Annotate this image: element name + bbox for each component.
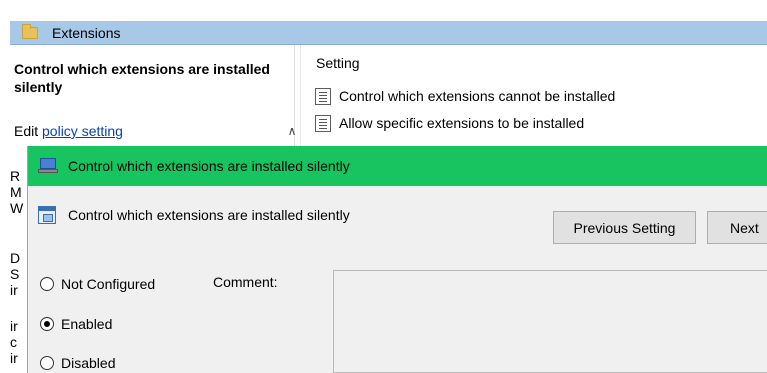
policy-setting-icon <box>315 87 331 105</box>
edit-policy-line: Edit policy setting <box>14 123 123 139</box>
policy-setting-icon <box>315 114 331 132</box>
previous-setting-button[interactable]: Previous Setting <box>553 211 696 244</box>
folder-icon <box>22 23 38 39</box>
radio-button[interactable] <box>40 356 54 370</box>
clipped-text: R <box>10 168 21 184</box>
radio-label: Enabled <box>61 316 113 332</box>
clipped-text: ir <box>10 318 18 334</box>
policy-dialog: Control which extensions are installed s… <box>27 146 767 373</box>
policy-editor-icon <box>38 158 58 174</box>
clipped-text: D <box>10 250 21 266</box>
radio-button[interactable] <box>40 277 54 291</box>
radio-not-configured[interactable]: Not Configured <box>40 276 155 292</box>
extensions-header: Extensions <box>10 21 767 45</box>
next-setting-button[interactable]: Next <box>707 211 767 244</box>
clipped-text: S <box>10 266 20 282</box>
radio-label: Not Configured <box>61 276 156 292</box>
clipped-text: c <box>10 334 17 350</box>
policy-setting-icon <box>38 206 56 224</box>
setting-label: Control which extensions cannot be insta… <box>339 88 616 104</box>
setting-row[interactable]: Allow specific extensions to be installe… <box>315 112 584 134</box>
setting-column-header[interactable]: Setting <box>316 55 360 71</box>
radio-button[interactable] <box>40 317 54 331</box>
dialog-subtitle: Control which extensions are installed s… <box>68 207 350 223</box>
setting-label: Allow specific extensions to be installe… <box>339 115 585 131</box>
comment-label: Comment: <box>213 274 278 290</box>
clipped-text: ir <box>10 350 18 366</box>
radio-label: Disabled <box>61 355 116 371</box>
settings-list: Setting Control which extensions cannot … <box>300 45 767 155</box>
policy-title: Control which extensions are installed s… <box>14 61 270 95</box>
scroll-up-arrow-icon[interactable]: ∧ <box>285 124 299 138</box>
radio-disabled[interactable]: Disabled <box>40 355 115 371</box>
clipped-text: ir <box>10 282 18 298</box>
clipped-text: M <box>10 184 22 200</box>
edit-prefix: Edit <box>14 123 43 139</box>
radio-enabled[interactable]: Enabled <box>40 316 112 332</box>
comment-textarea[interactable] <box>333 270 767 373</box>
dialog-title: Control which extensions are installed s… <box>68 158 350 174</box>
dialog-title-bar[interactable]: Control which extensions are installed s… <box>28 146 767 186</box>
edit-policy-link[interactable]: policy setting <box>42 123 123 139</box>
header-title: Extensions <box>52 24 121 41</box>
dialog-subtitle-row: Control which extensions are installed s… <box>38 206 350 224</box>
clipped-text: W <box>10 200 24 216</box>
setting-row[interactable]: Control which extensions cannot be insta… <box>315 85 615 107</box>
